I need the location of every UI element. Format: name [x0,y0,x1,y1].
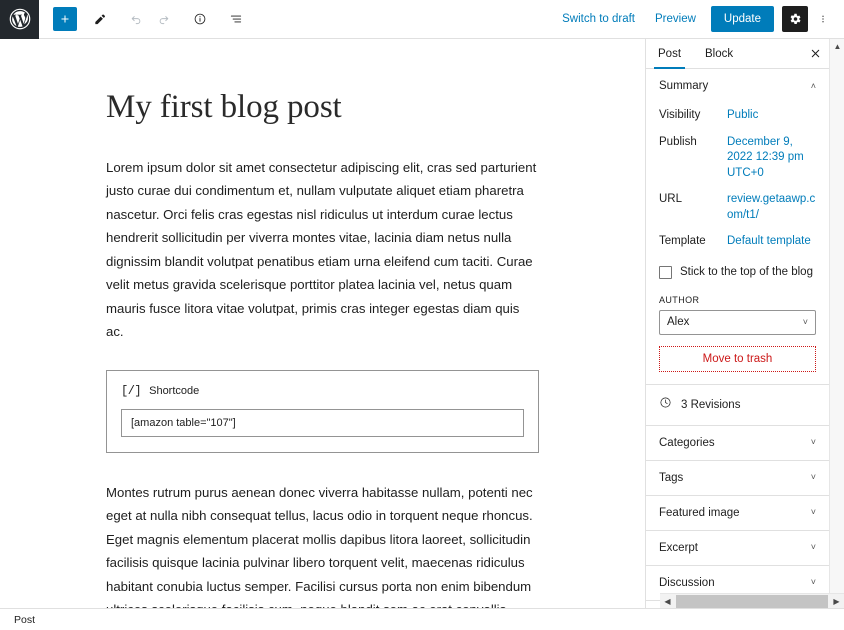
preview-button[interactable]: Preview [646,8,705,30]
author-field-label: AUTHOR [659,294,700,305]
scroll-left-icon[interactable]: ◀ [660,594,675,609]
add-block-button[interactable] [53,7,77,31]
sidebar-tabs: Post Block [646,39,829,69]
url-label: URL [659,193,683,206]
wordpress-block-editor: Switch to draft Preview Update My first … [0,0,844,630]
sidebar-horizontal-scrollbar[interactable]: ◀ ▶ [660,593,844,608]
summary-row-publish: Publish December 9, 2022 12:39 pm UTC+0 [659,130,816,188]
summary-panel: Summary ˄ Visibility Public Publish Dece… [646,69,829,385]
paragraph-block[interactable]: Montes rutrum purus aenean donec viverra… [106,481,539,608]
chevron-down-icon[interactable]: ˅ [811,473,816,482]
wordpress-logo-icon[interactable] [0,0,39,39]
visibility-label: Visibility [659,109,701,121]
featured-image-panel-header[interactable]: Featured image ˅ [646,496,829,530]
options-three-dots-icon[interactable] [812,6,834,32]
chevron-up-icon[interactable]: ˄ [811,81,816,91]
redo-icon[interactable] [151,6,177,32]
excerpt-panel-title: Excerpt [659,541,698,554]
template-label: Template [659,235,706,248]
summary-row-template: Template Default template [659,229,816,256]
toolbar-right-group: Switch to draft Preview Update [553,6,844,32]
categories-panel: Categories ˅ [646,426,829,461]
scroll-right-icon[interactable]: ▶ [829,594,844,609]
close-sidebar-icon[interactable] [801,39,829,68]
author-select-value: Alex [667,316,690,329]
editor-bottom-bar: Post [0,608,844,630]
tags-panel: Tags ˅ [646,461,829,496]
template-value[interactable]: Default template [727,234,811,250]
undo-icon[interactable] [123,6,149,32]
revisions-row[interactable]: 3 Revisions [646,385,829,425]
shortcode-icon: [/] [121,383,142,398]
categories-panel-title: Categories [659,436,715,449]
author-select[interactable]: Alex ˅ [659,309,816,335]
chevron-down-icon[interactable]: ˅ [811,578,816,587]
post-title[interactable]: My first blog post [106,88,539,128]
chevron-down-icon[interactable]: ˅ [811,543,816,552]
update-button[interactable]: Update [710,6,774,32]
chevron-down-icon: ˅ [802,316,808,327]
sticky-post-label: Stick to the top of the blog [680,266,813,279]
sidebar-hscrollbar-thumb[interactable] [676,594,828,608]
switch-to-draft-button[interactable]: Switch to draft [553,8,644,30]
tags-panel-header[interactable]: Tags ˅ [646,461,829,495]
excerpt-panel-header[interactable]: Excerpt ˅ [646,531,829,565]
tags-panel-title: Tags [659,471,684,484]
revisions-label: 3 Revisions [681,398,741,411]
settings-gear-icon[interactable] [782,6,808,32]
shortcode-block-label: Shortcode [149,384,200,397]
clock-icon [659,396,672,414]
paragraph-block[interactable]: Lorem ipsum dolor sit amet consectetur a… [106,156,539,344]
shortcode-block-header: [/] Shortcode [121,384,524,398]
chevron-down-icon[interactable]: ˅ [811,508,816,517]
categories-panel-header[interactable]: Categories ˅ [646,426,829,460]
list-view-icon[interactable] [223,6,249,32]
shortcode-block[interactable]: [/] Shortcode [amazon table="107"] [106,369,539,453]
sidebar-vertical-scrollbar[interactable]: ▲ ▼ [829,39,844,608]
toolbar-left-group [39,6,249,32]
details-info-icon[interactable] [187,6,213,32]
scroll-up-icon[interactable]: ▲ [830,39,844,53]
summary-panel-body: Visibility Public Publish December 9, 20… [646,103,829,384]
summary-panel-header[interactable]: Summary ˄ [646,69,829,103]
summary-row-url: URL review.getaawp.com/t1/ [659,187,816,229]
tools-pencil-icon[interactable] [87,6,113,32]
breadcrumb[interactable]: Post [14,614,35,626]
summary-row-visibility: Visibility Public [659,103,816,130]
publish-label: Publish [659,135,697,148]
revisions-panel: 3 Revisions [646,385,829,426]
publish-value[interactable]: December 9, 2022 12:39 pm UTC+0 [727,135,816,182]
excerpt-panel: Excerpt ˅ [646,531,829,566]
summary-panel-title: Summary [659,80,709,92]
shortcode-input[interactable]: [amazon table="107"] [121,408,524,437]
move-to-trash-button[interactable]: Move to trash [659,345,816,372]
discussion-panel-title: Discussion [659,576,715,589]
featured-image-panel-title: Featured image [659,506,740,519]
sidebar-content: Summary ˄ Visibility Public Publish Dece… [646,69,829,608]
url-value[interactable]: review.getaawp.com/t1/ [727,192,816,223]
editor-canvas[interactable]: My first blog post Lorem ipsum dolor sit… [0,39,645,608]
chevron-down-icon[interactable]: ˅ [811,438,816,447]
settings-sidebar: Post Block Summary ˄ Visibility Public P… [645,39,829,608]
tab-block[interactable]: Block [693,39,745,68]
editor-toolbar: Switch to draft Preview Update [0,0,844,39]
sticky-post-row: Stick to the top of the blog [659,256,816,283]
tab-post[interactable]: Post [646,39,693,69]
visibility-value[interactable]: Public [727,108,758,124]
sticky-post-checkbox[interactable] [659,265,672,279]
featured-image-panel: Featured image ˅ [646,496,829,531]
